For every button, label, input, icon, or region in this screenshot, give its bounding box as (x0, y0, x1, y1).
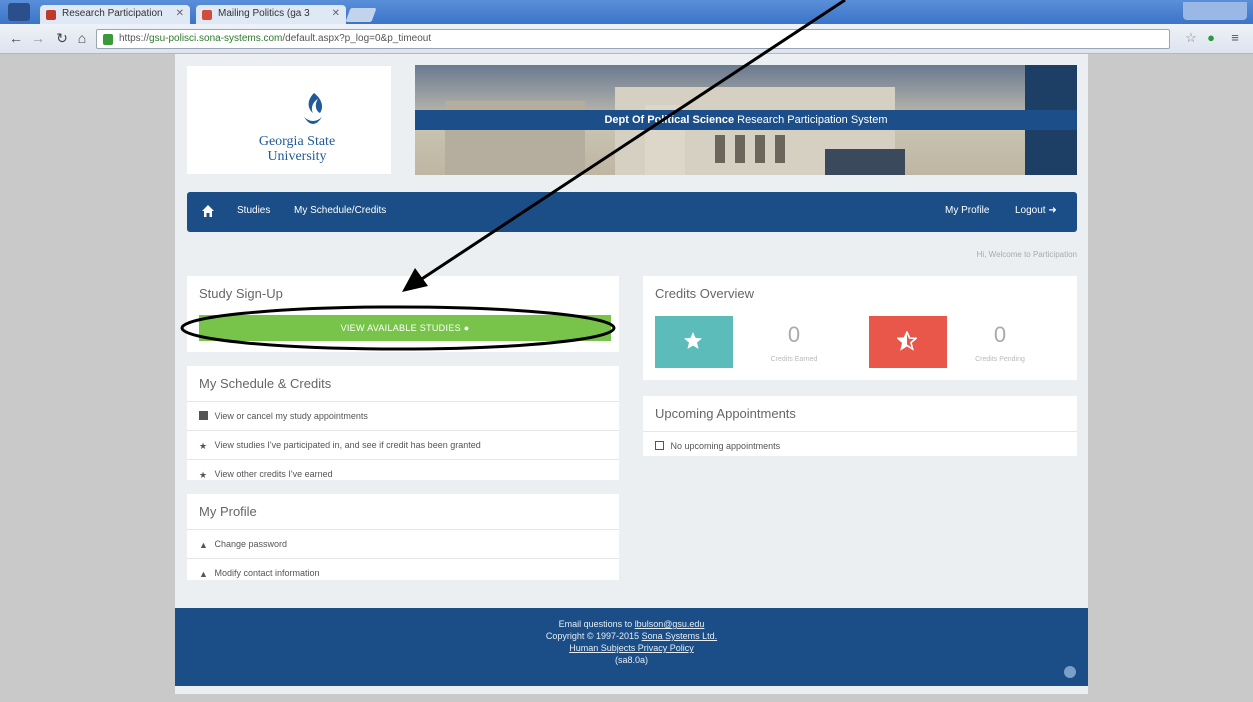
credits-pending-tile (869, 316, 947, 368)
lock-icon (103, 34, 113, 45)
footer-copyright-line: Copyright © 1997-2015 Sona Systems Ltd. (175, 630, 1088, 642)
link-text: View other credits I've earned (214, 469, 333, 479)
credits-overview-panel: Credits Overview 0 Credits Earned 0 Cred… (643, 276, 1077, 380)
flame-logo-icon (304, 93, 322, 124)
list-item[interactable]: View or cancel my study appointments (187, 401, 619, 430)
calendar-icon (199, 411, 208, 420)
link-text: Change password (214, 539, 288, 549)
credits-pending-label: Credits Pending (975, 356, 1025, 363)
url-host: gsu-polisci.sona-systems.com (149, 33, 283, 44)
study-signup-panel: Study Sign-Up VIEW AVAILABLE STUDIES ● (187, 276, 619, 352)
upcoming-appointments-panel: Upcoming Appointments No upcoming appoin… (643, 396, 1077, 456)
logo-line-1: Georgia State (258, 134, 336, 149)
version-text: (sa8.0a) (614, 655, 649, 665)
logo-line-2: University (267, 149, 327, 164)
forward-arrow-icon[interactable]: → (30, 30, 46, 46)
calendar-icon (655, 441, 664, 450)
my-profile-panel: My Profile ▲ Change password ▲ Modify co… (187, 494, 619, 580)
tab-label: Research Participation (62, 8, 163, 19)
browser-tab-research[interactable]: Research Participation ✕ (40, 5, 190, 24)
star-bookmark-icon[interactable]: ☆ (1184, 31, 1198, 45)
star-icon (684, 332, 702, 349)
window-controls[interactable] (1183, 2, 1247, 20)
scroll-to-top-icon[interactable] (1064, 666, 1076, 678)
star-icon: ★ (199, 470, 208, 480)
tab-close-icon[interactable]: ✕ (332, 8, 340, 19)
back-arrow-icon[interactable]: ← (8, 30, 24, 46)
logo-wordmark: Georgia State University (227, 134, 367, 164)
credits-pending-value: 0 (993, 322, 1007, 347)
header-banner: Dept Of Political Science Research Parti… (415, 65, 1077, 175)
home-icon[interactable] (201, 204, 215, 218)
sona-systems-link[interactable]: Sona Systems Ltd. (642, 631, 718, 641)
home-icon[interactable]: ⌂ (74, 30, 90, 46)
list-item[interactable]: ▲ Modify contact information (187, 558, 619, 587)
link-text: View or cancel my study appointments (214, 411, 368, 421)
browser-app-icon[interactable] (8, 3, 30, 21)
tab-favicon-icon (46, 10, 56, 20)
welcome-text: Hi, Welcome to Participation (976, 250, 1077, 259)
nav-schedule-credits[interactable]: My Schedule/Credits (294, 205, 386, 216)
banner-system-name: Research Participation System (737, 114, 888, 126)
logout-icon: ➜ (1048, 205, 1057, 216)
nav-logout[interactable]: Logout ➜ (1015, 205, 1057, 216)
schedule-credits-panel: My Schedule & Credits View or cancel my … (187, 366, 619, 480)
list-item[interactable]: ★ View other credits I've earned (187, 459, 619, 488)
arrow-circle-icon: ● (463, 323, 470, 333)
extension-icon[interactable]: ● (1204, 31, 1218, 45)
main-navigation: Studies My Schedule/Credits My Profile L… (187, 192, 1077, 232)
email-link[interactable]: lbulson@gsu.edu (635, 619, 705, 629)
reload-icon[interactable]: ↻ (54, 30, 70, 46)
address-bar[interactable]: https://gsu-polisci.sona-systems.com/def… (96, 29, 1170, 49)
credits-earned-label: Credits Earned (770, 356, 818, 363)
browser-tab-bar: Research Participation ✕ Mailing Politic… (0, 0, 1253, 24)
view-available-studies-button[interactable]: VIEW AVAILABLE STUDIES ● (199, 315, 611, 341)
menu-icon[interactable]: ≡ (1228, 31, 1242, 45)
lock-icon: ▲ (199, 540, 208, 550)
credits-earned-value: 0 (787, 322, 801, 347)
empty-state-text: No upcoming appointments (670, 441, 781, 451)
url-path: /default.aspx?p_log=0&p_timeout (282, 33, 432, 44)
panel-title: Upcoming Appointments (655, 406, 796, 421)
panel-title: Credits Overview (655, 286, 754, 301)
tab-label: Mailing Politics (ga 3 (218, 8, 310, 19)
banner-dept-name: Dept Of Political Science (604, 114, 735, 126)
privacy-policy-link[interactable]: Human Subjects Privacy Policy (175, 642, 1088, 654)
nav-studies[interactable]: Studies (237, 205, 270, 216)
university-logo[interactable]: Georgia State University (187, 66, 391, 174)
footer-text: Email questions to (558, 619, 633, 629)
panel-title: My Schedule & Credits (199, 376, 332, 391)
list-item[interactable]: ▲ Change password (187, 529, 619, 558)
tab-close-icon[interactable]: ✕ (176, 8, 184, 19)
logout-label: Logout (1015, 205, 1046, 216)
list-item[interactable]: ★ View studies I've participated in, and… (187, 430, 619, 459)
panel-title: My Profile (199, 504, 257, 519)
footer-email-line: Email questions to lbulson@gsu.edu (175, 608, 1088, 630)
banner-title: Dept Of Political Science Research Parti… (415, 110, 1077, 130)
footer-text: Copyright © 1997-2015 (545, 631, 640, 641)
credits-earned-tile (655, 316, 733, 368)
new-tab-button[interactable] (345, 8, 377, 22)
list-item: No upcoming appointments (643, 431, 1077, 460)
panel-title: Study Sign-Up (199, 286, 283, 301)
tab-favicon-icon (202, 10, 212, 20)
browser-tab-mailing[interactable]: Mailing Politics (ga 3 ✕ (196, 5, 346, 24)
half-star-icon (897, 331, 917, 351)
nav-my-profile[interactable]: My Profile (945, 205, 989, 216)
star-icon: ★ (199, 441, 208, 451)
page-footer: Email questions to lbulson@gsu.edu Copyr… (175, 608, 1088, 686)
user-icon: ▲ (199, 569, 208, 579)
url-scheme: https:// (119, 33, 150, 44)
link-text: Modify contact information (214, 568, 320, 578)
browser-toolbar: ← → ↻ ⌂ https://gsu-polisci.sona-systems… (0, 24, 1253, 54)
link-text: View studies I've participated in, and s… (214, 440, 481, 450)
button-label: VIEW AVAILABLE STUDIES (340, 323, 461, 333)
page-content: Georgia State University Dept Of Politic… (175, 54, 1088, 694)
